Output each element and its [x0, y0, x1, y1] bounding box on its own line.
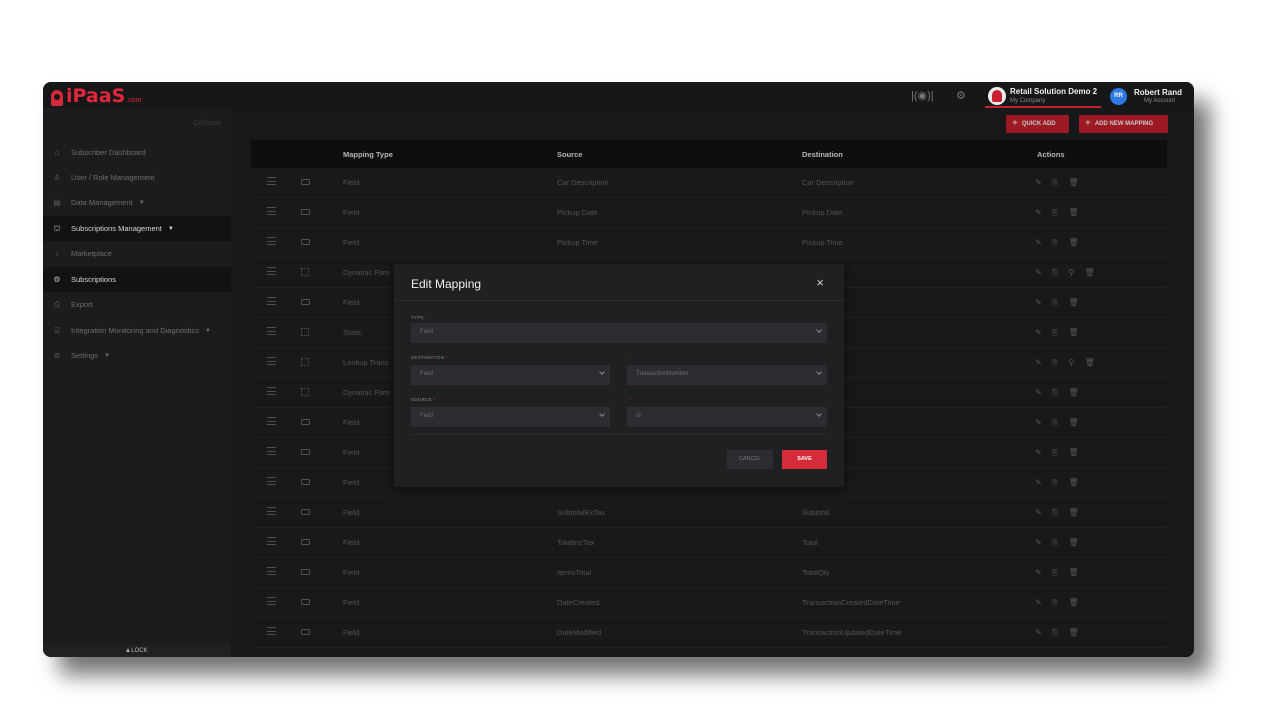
gear-icon: ⚙: [53, 275, 61, 284]
settings-icon: ⊚: [53, 351, 61, 360]
destination-type-value: Field: [420, 371, 434, 377]
building-icon: ⛫: [53, 223, 61, 233]
user-subtitle: My Account: [1144, 98, 1176, 104]
sidebar-item-label: Subscriptions Management: [71, 224, 162, 233]
sidebar-item-label: Integration Monitoring and Diagnostics: [71, 326, 199, 335]
chevron-down-icon: ▼: [138, 199, 145, 206]
user-name: Robert Rand: [1134, 88, 1182, 97]
sidebar-item-subscriptions[interactable]: ⚙ Subscriptions: [43, 267, 231, 292]
sidebar-item-export[interactable]: ⎙ Export: [43, 292, 231, 317]
divider: [394, 300, 844, 301]
logo-text: iPaaS: [66, 85, 126, 107]
logo-mark-icon: [51, 90, 63, 106]
home-icon: ⌂: [54, 148, 60, 157]
settings-gear-icon[interactable]: ⚙: [956, 89, 966, 102]
sidebar-item-label: Marketplace: [71, 249, 112, 258]
chevron-down-icon: [599, 369, 605, 375]
source-type-select[interactable]: Field: [411, 407, 610, 427]
lock-icon: 🔒︎: [126, 648, 130, 654]
sidebar-item-label: Export: [71, 300, 93, 309]
app-window: iPaaS .com |(◉)| ⚙ Retail Solution Demo …: [43, 82, 1194, 657]
sidebar-item-subscriptions-management[interactable]: ⛫ Subscriptions Management ▼: [43, 216, 231, 241]
activity-icon[interactable]: |(◉)|: [911, 89, 934, 102]
source-field-required: *: [629, 397, 632, 402]
ipaas-logo[interactable]: iPaaS .com: [51, 86, 141, 106]
sidebar-item-label: Subscriptions: [71, 275, 117, 284]
destination-type-select[interactable]: Field: [411, 365, 610, 385]
user-icon: ♙: [53, 173, 61, 182]
close-icon[interactable]: ×: [816, 275, 824, 290]
source-label: SOURCE *: [411, 397, 436, 402]
destination-field-select[interactable]: TransactionNumber: [627, 365, 827, 385]
lock-label: LOCK: [131, 648, 148, 654]
save-button[interactable]: SAVE: [782, 450, 827, 469]
chevron-down-icon: [816, 327, 822, 333]
chevron-down-icon: ▼: [205, 327, 211, 334]
chevron-down-icon: ▼: [167, 225, 174, 232]
edit-mapping-modal: Edit Mapping × TYPE * Field DESTINATION …: [394, 264, 844, 487]
sidebar-item-integration-monitoring[interactable]: ⌸ Integration Monitoring and Diagnostics…: [43, 318, 231, 343]
top-bar: iPaaS .com |(◉)| ⚙ Retail Solution Demo …: [43, 82, 1194, 109]
sidebar-item-marketplace[interactable]: ♁ Marketplace: [43, 241, 231, 266]
source-field-value: id: [636, 413, 641, 419]
sidebar-item-subscriber-dashboard[interactable]: ⌂ Subscriber Dashboard: [43, 140, 231, 165]
destination-field-value: TransactionNumber: [636, 371, 689, 377]
type-select-value: Field: [420, 329, 434, 335]
sidebar-item-settings[interactable]: ⊚ Settings ▼: [43, 343, 231, 368]
sidebar-item-label: User / Role Management: [71, 173, 155, 182]
sidebar: Collapse ⌂ Subscriber Dashboard ♙ User /…: [43, 109, 231, 657]
folder-icon: ▤: [53, 198, 61, 207]
sidebar-item-label: Subscriber Dashboard: [71, 148, 146, 157]
marketplace-icon: ♁: [54, 249, 60, 258]
company-subtitle: My Company: [1010, 98, 1046, 104]
source-field-select[interactable]: id: [627, 407, 827, 427]
company-switcher[interactable]: Retail Solution Demo 2 My Company: [985, 84, 1101, 108]
modal-title: Edit Mapping: [411, 277, 482, 291]
chevron-down-icon: ▼: [104, 352, 111, 359]
cancel-button[interactable]: CANCEL: [727, 450, 773, 469]
sidebar-item-label: Settings: [71, 351, 99, 360]
company-name: Retail Solution Demo 2: [1010, 87, 1098, 96]
sidebar-item-user-role-management[interactable]: ♙ User / Role Management: [43, 165, 231, 190]
export-icon: ⎙: [53, 299, 61, 309]
monitor-icon: ⌸: [54, 325, 60, 335]
type-label: TYPE *: [411, 315, 428, 320]
logo-suffix: .com: [126, 97, 142, 104]
divider: [411, 434, 827, 435]
lock-sidebar-button[interactable]: 🔒︎ LOCK: [43, 645, 231, 657]
chevron-down-icon: [599, 411, 605, 417]
collapse-sidebar-button[interactable]: Collapse: [194, 120, 221, 127]
type-select[interactable]: Field: [411, 323, 827, 343]
user-avatar: RR: [1110, 88, 1127, 105]
destination-label: DESTINATION *: [411, 355, 448, 360]
chevron-down-icon: [816, 411, 822, 417]
sidebar-item-data-management[interactable]: ▤ Data Management ▼: [43, 190, 231, 215]
destination-field-required: *: [629, 355, 632, 360]
sidebar-item-label: Data Management: [71, 198, 133, 207]
chevron-down-icon: [816, 369, 822, 375]
company-avatar-icon: [988, 87, 1006, 105]
source-type-value: Field: [420, 413, 434, 419]
user-menu[interactable]: RR Robert Rand My Account: [1107, 84, 1193, 108]
